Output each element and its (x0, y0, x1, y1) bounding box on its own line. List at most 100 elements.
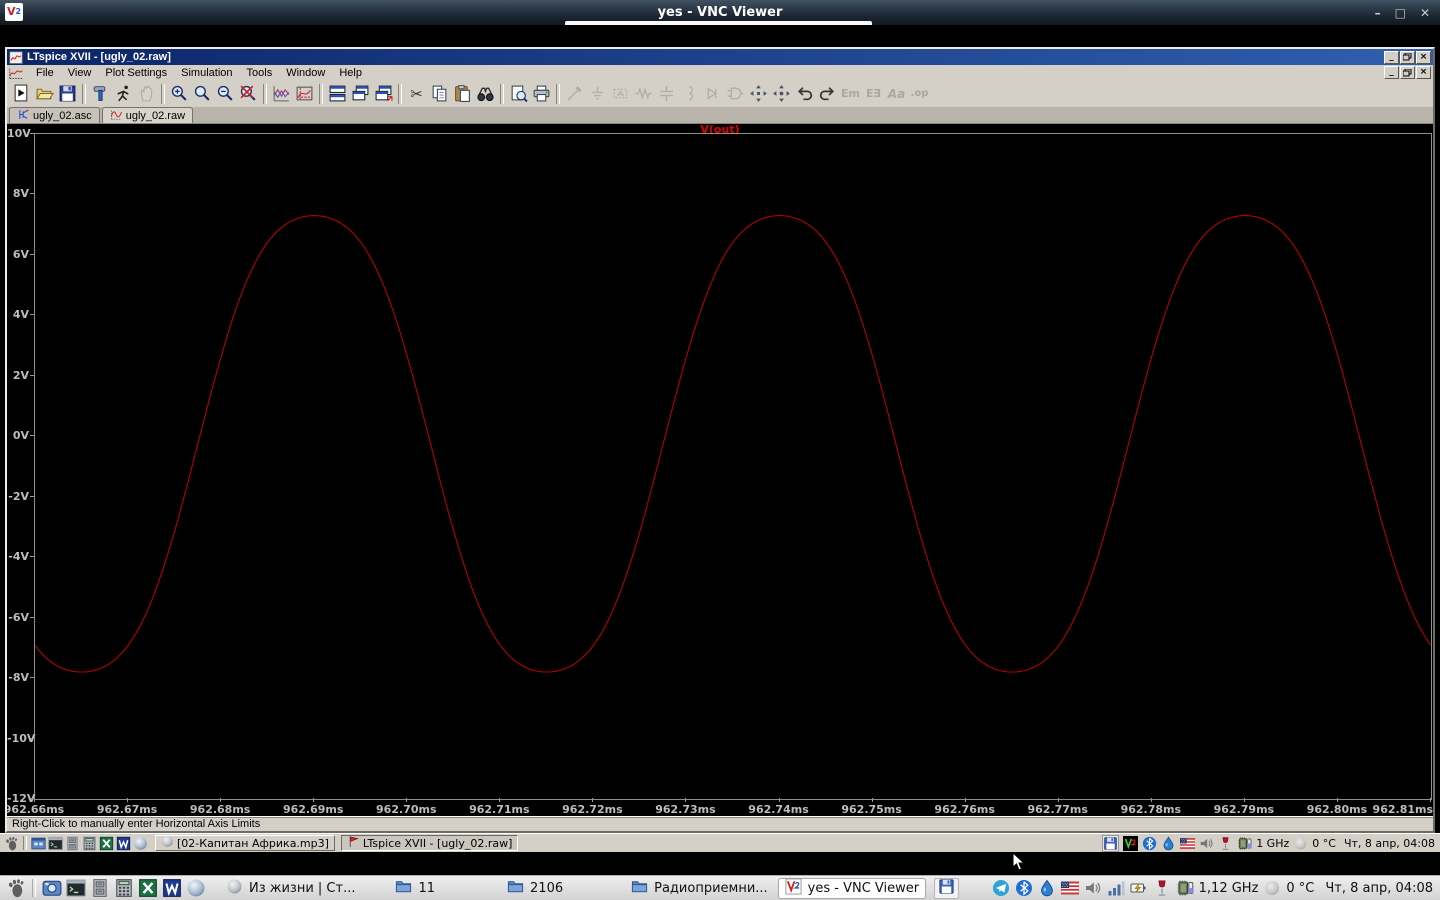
launcher-excel[interactable] (136, 877, 160, 899)
clock[interactable]: Чт, 8 апр, 04:08 (1325, 881, 1433, 896)
mirror-icon[interactable]: Em (839, 82, 862, 105)
menu-window[interactable]: Window (279, 66, 332, 80)
zoom-in-icon[interactable] (168, 82, 191, 105)
menu-view[interactable]: View (61, 66, 99, 80)
task-button[interactable]: 11 (389, 878, 441, 899)
arrange-windows-icon[interactable] (372, 82, 395, 105)
moon-icon[interactable] (1293, 836, 1308, 851)
launcher-globe[interactable] (132, 835, 149, 851)
water-drop-icon[interactable] (1038, 879, 1056, 897)
us-flag-icon[interactable] (1060, 879, 1079, 897)
menu-plot-settings[interactable]: Plot Settings (98, 66, 174, 80)
menu-simulation[interactable]: Simulation (174, 66, 239, 80)
ground-icon[interactable] (586, 82, 609, 105)
ltspice-titlebar[interactable]: LTspice XVII - [ugly_02.raw] _ × (7, 49, 1433, 65)
tab-ugly_02.raw[interactable]: ugly_02.raw (101, 107, 194, 123)
launcher-file-manager[interactable] (30, 835, 47, 851)
copy-icon[interactable] (428, 82, 451, 105)
drag-icon[interactable] (770, 82, 793, 105)
save-icon[interactable] (56, 82, 79, 105)
start-menu-button[interactable] (3, 835, 20, 851)
speaker-icon[interactable] (1199, 836, 1214, 851)
launcher-file-cabinet[interactable] (64, 835, 81, 851)
find-icon[interactable] (474, 82, 497, 105)
wire-icon[interactable] (563, 82, 586, 105)
document-minimize-button[interactable]: _ (1384, 66, 1399, 79)
resistor-icon[interactable] (632, 82, 655, 105)
move-icon[interactable] (747, 82, 770, 105)
capacitor-icon[interactable] (655, 82, 678, 105)
paste-icon[interactable] (451, 82, 474, 105)
wine-glass-icon[interactable] (1218, 836, 1233, 851)
diode-icon[interactable] (701, 82, 724, 105)
task-button[interactable]: LTspice XVII - [ugly_02.raw] (340, 835, 519, 851)
cascade-icon[interactable] (349, 82, 372, 105)
speaker-icon[interactable] (1084, 879, 1102, 897)
maximize-button[interactable]: □ (1395, 6, 1406, 20)
start-menu-button[interactable] (4, 877, 28, 899)
document-close-button[interactable]: × (1416, 66, 1431, 79)
floppy-icon[interactable] (1102, 834, 1120, 852)
component-icon[interactable] (724, 82, 747, 105)
launcher-calculator[interactable] (81, 835, 98, 851)
print-preview-icon[interactable] (507, 82, 530, 105)
ltspice-restore-button[interactable] (1400, 50, 1415, 64)
launcher-excel[interactable] (98, 835, 115, 851)
run-icon[interactable] (112, 82, 135, 105)
close-button[interactable]: ✕ (1420, 6, 1430, 20)
launcher-calculator[interactable] (112, 877, 136, 899)
rotate-icon[interactable]: E∃ (862, 82, 885, 105)
us-flag-icon[interactable] (1180, 836, 1196, 851)
task-button[interactable]: yes - VNC Viewer (777, 877, 927, 899)
task-button[interactable] (934, 877, 960, 899)
inductor-icon[interactable] (678, 82, 701, 105)
label-icon[interactable] (609, 82, 632, 105)
bluetooth-icon[interactable] (1142, 836, 1157, 851)
ltspice-minimize-button[interactable]: _ (1384, 50, 1399, 64)
cut-icon[interactable]: ✂ (405, 82, 428, 105)
minimize-button[interactable]: – (1375, 6, 1381, 20)
document-restore-button[interactable] (1400, 66, 1415, 79)
tab-ugly_02.asc[interactable]: ugly_02.asc (9, 107, 100, 123)
mdi-document-icon[interactable] (9, 66, 23, 79)
open-icon[interactable] (33, 82, 56, 105)
print-icon[interactable] (530, 82, 553, 105)
zoom-out-icon[interactable] (214, 82, 237, 105)
task-button[interactable]: [02-Капитан Африка.mp3] (155, 835, 335, 851)
task-button[interactable]: 2106 (501, 878, 569, 899)
task-button[interactable]: Радиоприемни... (625, 878, 774, 899)
text-icon[interactable]: Aa (885, 82, 908, 105)
zoom-fit-icon[interactable] (237, 82, 260, 105)
spice-directive-icon[interactable]: .op (908, 82, 931, 105)
plot-settings-icon[interactable] (293, 82, 316, 105)
zoom-area-icon[interactable] (191, 82, 214, 105)
launcher-globe[interactable] (184, 877, 208, 899)
halt-icon[interactable] (135, 82, 158, 105)
undo-icon[interactable] (793, 82, 816, 105)
vnc-logo-dark-icon[interactable] (1123, 835, 1139, 851)
cpu-chip-icon[interactable] (1237, 836, 1252, 851)
menu-tools[interactable]: Tools (240, 66, 280, 80)
autorange-icon[interactable] (270, 82, 293, 105)
moon-icon[interactable] (1263, 879, 1281, 897)
signal-bars-icon[interactable] (1107, 879, 1125, 897)
bluetooth-icon[interactable] (1015, 879, 1033, 897)
launcher-terminal[interactable] (47, 835, 64, 851)
plot-pane[interactable] (34, 133, 1432, 800)
ltspice-close-button[interactable]: × (1416, 50, 1431, 64)
menu-help[interactable]: Help (332, 66, 369, 80)
waveform-plot-area[interactable]: V(out) 10V 8V 6V 4V 2V 0V -2V -4V -6V -8V -10V -12V… (7, 124, 1433, 816)
new-schematic-icon[interactable] (10, 82, 33, 105)
launcher-word[interactable] (115, 835, 132, 851)
menu-file[interactable]: File (29, 66, 61, 80)
launcher-word[interactable] (160, 877, 184, 899)
clock[interactable]: Чт, 8 апр, 04:08 (1344, 837, 1435, 850)
battery-charge-icon[interactable] (1130, 879, 1148, 897)
wine-glass-icon[interactable] (1153, 879, 1171, 897)
launcher-file-cabinet[interactable] (88, 877, 112, 899)
tile-horizontal-icon[interactable] (326, 82, 349, 105)
water-drop-icon[interactable] (1161, 835, 1176, 851)
redo-icon[interactable] (816, 82, 839, 105)
launcher-screenshot[interactable] (40, 877, 64, 899)
launcher-terminal[interactable] (64, 877, 88, 899)
